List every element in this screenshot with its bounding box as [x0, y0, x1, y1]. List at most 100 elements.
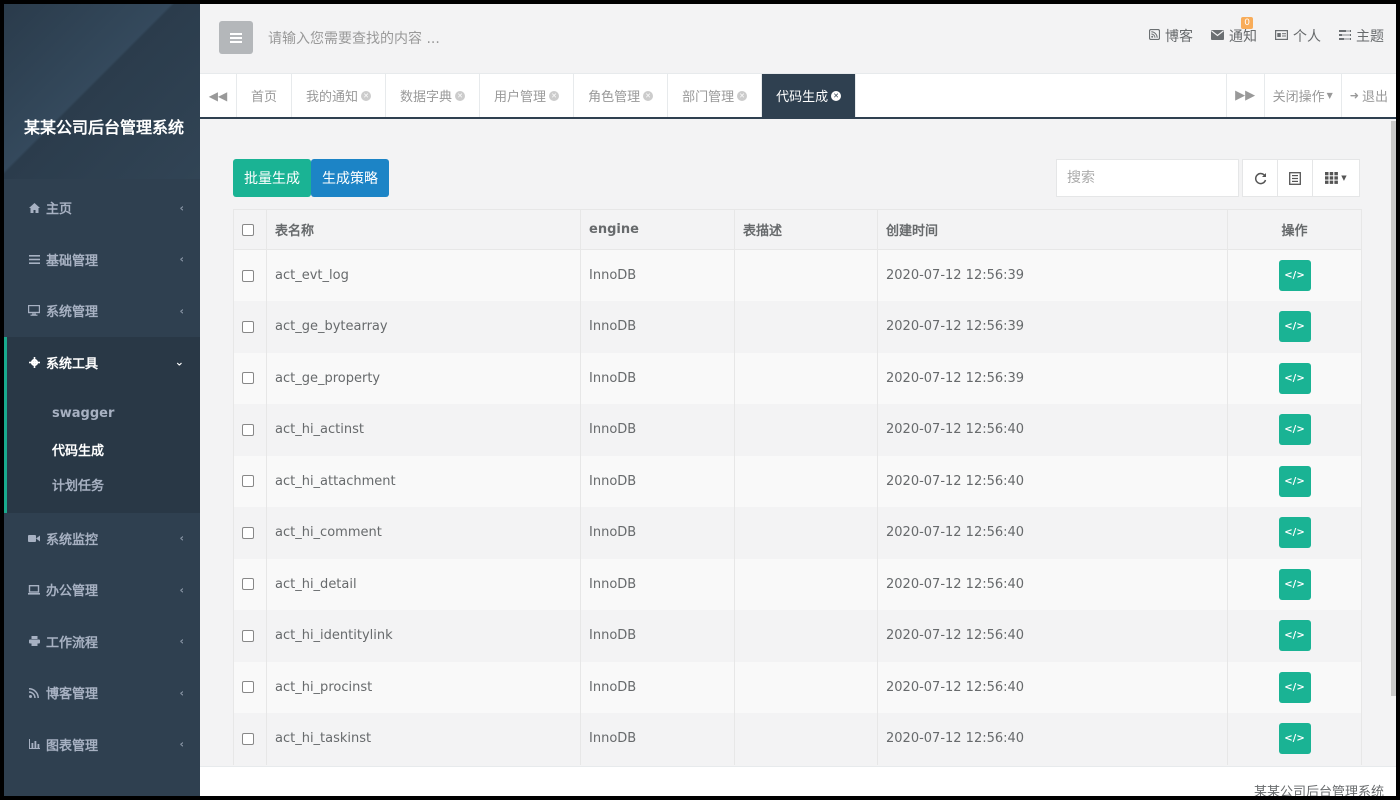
sign-out-icon: ➜	[1349, 89, 1359, 102]
tab-departments[interactable]: 部门管理 ✕	[668, 74, 763, 117]
sidebar-item-label: 博客管理	[46, 687, 99, 703]
generate-code-button[interactable]: </>	[1278, 311, 1311, 343]
generate-code-button[interactable]: </>	[1278, 260, 1311, 291]
close-icon[interactable]: ✕	[831, 90, 842, 101]
generate-strategy-button[interactable]: 生成策略	[311, 159, 389, 197]
logout-button[interactable]: ➜ 退出	[1340, 74, 1396, 117]
tab-my-notify[interactable]: 我的通知 ✕	[292, 74, 387, 117]
sidebar-item-workflow[interactable]: 工作流程 ‹	[4, 616, 200, 668]
generate-code-button[interactable]: </>	[1278, 465, 1311, 497]
row-select-cell	[233, 661, 267, 713]
col-header-ops: 操作	[1227, 209, 1362, 250]
row-checkbox[interactable]	[242, 732, 254, 745]
notify-count-badge: 0	[1241, 17, 1253, 29]
row-checkbox[interactable]	[242, 526, 254, 539]
col-header-desc[interactable]: 表描述	[734, 209, 878, 250]
cell-ops: </>	[1227, 661, 1362, 713]
cell-engine: InnoDB	[580, 301, 735, 353]
close-ops-label: 关闭操作	[1272, 90, 1325, 105]
col-header-name[interactable]: 表名称	[266, 209, 581, 250]
row-select-cell	[233, 610, 267, 662]
row-checkbox[interactable]	[242, 320, 254, 333]
video-camera-icon	[24, 534, 44, 543]
sidebar-item-home[interactable]: 主页 ‹	[4, 182, 200, 234]
tasks-icon	[1339, 29, 1351, 43]
tab-users[interactable]: 用户管理 ✕	[480, 74, 575, 117]
sub-item-codegen[interactable]: 代码生成	[7, 432, 200, 468]
sub-item-swagger[interactable]: swagger	[7, 396, 200, 432]
cell-engine: InnoDB	[580, 455, 735, 507]
table-search-input[interactable]	[1056, 159, 1239, 197]
cell-table-name: act_hi_procinst	[266, 661, 581, 713]
close-icon[interactable]: ✕	[455, 90, 466, 101]
row-checkbox[interactable]	[242, 372, 254, 385]
generate-code-button[interactable]: </>	[1278, 568, 1311, 600]
tab-codegen[interactable]: 代码生成 ✕	[762, 74, 857, 117]
table-row: act_hi_identitylink InnoDB 2020-07-12 12:5…	[233, 610, 1362, 662]
row-checkbox[interactable]	[242, 578, 254, 591]
close-icon[interactable]: ✕	[737, 90, 748, 101]
generate-code-button[interactable]: </>	[1278, 414, 1311, 446]
bar-chart-icon	[24, 739, 44, 750]
sidebar-item-monitor[interactable]: 系统监控 ‹	[4, 513, 200, 565]
select-all-checkbox[interactable]	[242, 223, 254, 236]
close-icon[interactable]: ✕	[643, 90, 654, 101]
refresh-button[interactable]	[1242, 159, 1278, 197]
sidebar-item-tools[interactable]: 系统工具 ⌄	[4, 336, 200, 388]
cell-desc	[734, 661, 878, 713]
sidebar-item-system[interactable]: 系统管理 ‹	[4, 285, 200, 337]
content-scrollbar[interactable]	[1391, 121, 1396, 696]
col-header-engine[interactable]: engine	[580, 209, 735, 250]
generate-code-button[interactable]: </>	[1278, 620, 1311, 652]
row-checkbox[interactable]	[242, 681, 254, 694]
close-icon[interactable]: ✕	[549, 90, 560, 101]
close-operations-dropdown[interactable]: 关闭操作 ▼	[1263, 74, 1341, 117]
logout-label: 退出	[1361, 90, 1388, 105]
generate-code-button[interactable]: </>	[1278, 517, 1311, 549]
cell-engine: InnoDB	[580, 404, 735, 456]
cell-engine: InnoDB	[580, 558, 735, 610]
row-select-cell	[233, 352, 267, 404]
sidebar-item-charts[interactable]: 图表管理 ‹	[4, 719, 200, 771]
row-select-cell	[233, 713, 267, 765]
blog-link[interactable]: 博客	[1148, 26, 1193, 46]
theme-link[interactable]: 主题	[1339, 26, 1384, 46]
tab-dictionary[interactable]: 数据字典 ✕	[386, 74, 481, 117]
th-icon	[1325, 172, 1339, 184]
table-row: act_hi_procinst InnoDB 2020-07-12 12:56:40…	[233, 661, 1362, 713]
personal-link[interactable]: 个人	[1275, 26, 1321, 46]
sub-item-schedule[interactable]: 计划任务	[7, 467, 200, 503]
batch-generate-button[interactable]: 批量生成	[233, 159, 311, 197]
row-checkbox[interactable]	[242, 423, 254, 436]
chevron-left-icon: ‹	[179, 304, 184, 318]
toggle-view-button[interactable]	[1277, 159, 1313, 197]
row-checkbox[interactable]	[242, 629, 254, 642]
tabs-scroll-left-button[interactable]: ◀◀	[200, 74, 237, 117]
global-search-input[interactable]	[268, 24, 588, 54]
chevron-left-icon: ‹	[179, 737, 184, 751]
col-header-created[interactable]: 创建时间	[877, 209, 1228, 250]
columns-toggle-button[interactable]: ▼	[1312, 159, 1360, 197]
chevron-left-icon: ‹	[179, 686, 184, 700]
cell-created: 2020-07-12 12:56:40	[877, 507, 1228, 559]
sidebar-item-basic[interactable]: 基础管理 ‹	[4, 234, 200, 286]
row-checkbox[interactable]	[242, 475, 254, 488]
cell-created: 2020-07-12 12:56:40	[877, 661, 1228, 713]
generate-code-button[interactable]: </>	[1278, 723, 1311, 755]
cell-desc	[734, 249, 878, 301]
tab-home[interactable]: 首页	[237, 74, 293, 117]
blog-link-label: 博客	[1165, 29, 1193, 45]
sidebar-item-office[interactable]: 办公管理 ‹	[4, 564, 200, 616]
sidebar-item-blog[interactable]: 博客管理 ‹	[4, 667, 200, 719]
close-icon[interactable]: ✕	[361, 90, 372, 101]
menu-toggle-button[interactable]	[219, 21, 253, 54]
tabs-scroll-right-button[interactable]: ▶▶	[1225, 74, 1264, 117]
row-checkbox[interactable]	[242, 269, 254, 282]
notify-link[interactable]: 通知 0	[1211, 17, 1257, 46]
generate-code-button[interactable]: </>	[1278, 671, 1311, 703]
generate-code-button[interactable]: </>	[1278, 362, 1311, 394]
chevron-left-icon: ‹	[179, 252, 184, 266]
cell-desc	[734, 404, 878, 456]
code-icon: </>	[1284, 681, 1305, 693]
tab-roles[interactable]: 角色管理 ✕	[574, 74, 669, 117]
